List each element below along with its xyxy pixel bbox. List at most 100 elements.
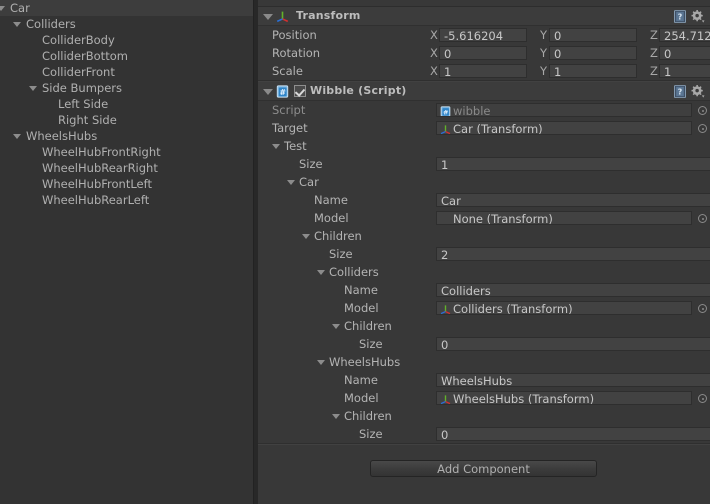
object-picker-icon[interactable] (698, 394, 707, 403)
transform-position-x-input[interactable]: -5.616204 (439, 28, 527, 42)
transform-position-y-input[interactable]: 0 (549, 28, 637, 42)
transform-position-z-input[interactable]: 254.7123 (659, 28, 710, 42)
transform-rotation-z-input[interactable]: 0 (659, 46, 710, 60)
transform-rotation-y-input[interactable]: 0 (549, 46, 637, 60)
axis-label-z: Z (650, 64, 658, 78)
foldout-arrow-icon[interactable] (29, 86, 37, 91)
gear-icon[interactable] (691, 10, 705, 23)
hierarchy-item-colliderbottom[interactable]: ColliderBottom (0, 48, 253, 64)
transform-gizmo-icon (440, 394, 451, 404)
hierarchy-item-colliderbody[interactable]: ColliderBody (0, 32, 253, 48)
hierarchy-item-wheelshubs[interactable]: WheelsHubs (0, 128, 253, 144)
target-object-field[interactable]: Car (Transform) (436, 121, 692, 135)
size-input[interactable]: 1 (436, 157, 710, 171)
hierarchy-item-label: ColliderBody (42, 33, 115, 47)
hierarchy-item-label: ColliderBottom (42, 49, 128, 63)
array-row-size: Size 0 (258, 335, 710, 353)
object-field-value: None (Transform) (453, 212, 553, 225)
hierarchy-item-left-side[interactable]: Left Side (0, 96, 253, 112)
transform-component-header[interactable]: Transform? (258, 7, 710, 26)
hierarchy-item-car[interactable]: Car (0, 0, 253, 16)
hierarchy-item-wheelhubrearleft[interactable]: WheelHubRearLeft (0, 192, 253, 208)
foldout-arrow-icon[interactable] (272, 144, 280, 149)
csharp-script-icon: # (276, 85, 289, 98)
size-input[interactable]: 0 (436, 337, 710, 351)
foldout-arrow-icon[interactable] (0, 6, 5, 11)
model-object-field[interactable]: Colliders (Transform) (436, 301, 692, 315)
hierarchy-item-wheelhubfrontright[interactable]: WheelHubFrontRight (0, 144, 253, 160)
object-field-value: Colliders (Transform) (453, 302, 573, 315)
size-input[interactable]: 2 (436, 247, 710, 261)
hierarchy-item-side-bumpers[interactable]: Side Bumpers (0, 80, 253, 96)
array-foldout-wheelshubs[interactable]: WheelsHubs (258, 353, 710, 371)
array-foldout-colliders[interactable]: Colliders (258, 263, 710, 281)
array-row-label: Size (359, 337, 383, 351)
svg-text:?: ? (678, 88, 682, 97)
transform-scale-y-input[interactable]: 1 (549, 64, 637, 78)
foldout-arrow-icon[interactable] (302, 234, 310, 239)
foldout-arrow-icon[interactable] (332, 324, 340, 329)
help-book-icon[interactable]: ? (674, 85, 686, 98)
foldout-arrow-icon[interactable] (13, 134, 21, 139)
name-input[interactable]: Colliders (436, 283, 710, 297)
axis-label-z: Z (650, 46, 658, 60)
foldout-arrow-icon[interactable] (317, 360, 325, 365)
array-row-name: Name WheelsHubs (258, 371, 710, 389)
hierarchy-item-wheelhubrearright[interactable]: WheelHubRearRight (0, 160, 253, 176)
hierarchy-item-label: Car (10, 1, 30, 15)
array-foldout-test[interactable]: Test (258, 137, 710, 155)
foldout-arrow-icon[interactable] (287, 180, 295, 185)
hierarchy-item-colliderfront[interactable]: ColliderFront (0, 64, 253, 80)
array-row-model: Model Colliders (Transform) (258, 299, 710, 317)
object-picker-icon[interactable] (698, 124, 707, 133)
array-foldout-label: Colliders (329, 265, 379, 279)
inspector-panel[interactable]: Transform?PositionX-5.616204Y0Z254.7123R… (258, 0, 710, 504)
svg-text:#: # (443, 108, 449, 116)
transform-rotation-x-input[interactable]: 0 (439, 46, 527, 60)
array-foldout-children[interactable]: Children (258, 227, 710, 245)
array-row-size: Size 2 (258, 245, 710, 263)
foldout-arrow-icon[interactable] (13, 22, 21, 27)
object-picker-icon[interactable] (698, 214, 707, 223)
array-foldout-children[interactable]: Children (258, 407, 710, 425)
hierarchy-item-label: WheelHubRearRight (42, 161, 158, 175)
target-label: Target (272, 121, 308, 135)
transform-row-scale: Scale X 1 Y 1 Z 1 (258, 62, 710, 80)
size-input[interactable]: 0 (436, 427, 710, 441)
name-input[interactable]: Car (436, 193, 710, 207)
array-row-label: Size (299, 157, 323, 171)
hierarchy-panel[interactable]: Car Colliders ColliderBody ColliderBottom Co… (0, 0, 253, 504)
object-picker-icon[interactable] (698, 106, 707, 115)
array-row-size: Size 1 (258, 155, 710, 173)
axis-label-z: Z (650, 28, 658, 42)
model-object-field[interactable]: None (Transform) (436, 211, 692, 225)
hierarchy-item-wheelhubfrontleft[interactable]: WheelHubFrontLeft (0, 176, 253, 192)
array-foldout-children[interactable]: Children (258, 317, 710, 335)
array-foldout-car[interactable]: Car (258, 173, 710, 191)
hierarchy-item-right-side[interactable]: Right Side (0, 112, 253, 128)
foldout-arrow-icon[interactable] (263, 14, 273, 20)
object-picker-icon[interactable] (698, 304, 707, 313)
hierarchy-item-label: Side Bumpers (42, 81, 123, 95)
array-row-label: Model (344, 301, 379, 315)
add-component-button[interactable]: Add Component (370, 460, 597, 477)
name-input[interactable]: WheelsHubs (436, 373, 710, 387)
help-book-icon[interactable]: ? (674, 10, 686, 23)
hierarchy-item-colliders[interactable]: Colliders (0, 16, 253, 32)
wibble-enabled-checkbox[interactable] (294, 85, 306, 97)
gear-icon[interactable] (691, 85, 705, 98)
array-row-label: Name (344, 283, 378, 297)
transform-row-position: Position X-5.616204 Y0Z254.7123 (258, 26, 710, 44)
foldout-arrow-icon[interactable] (332, 414, 340, 419)
transform-scale-x-input[interactable]: 1 (439, 64, 527, 78)
foldout-arrow-icon[interactable] (317, 270, 325, 275)
model-object-field[interactable]: WheelsHubs (Transform) (436, 391, 692, 405)
script-object-field[interactable]: # wibble (436, 103, 692, 117)
csharp-script-icon: # (440, 106, 451, 116)
wibble-component-header[interactable]: # Wibble (Script)? (258, 82, 710, 101)
foldout-arrow-icon[interactable] (263, 89, 273, 95)
axis-label-x: X (430, 64, 438, 78)
svg-text:?: ? (678, 13, 682, 22)
transform-scale-z-input[interactable]: 1 (659, 64, 710, 78)
array-foldout-label: Test (284, 139, 307, 153)
